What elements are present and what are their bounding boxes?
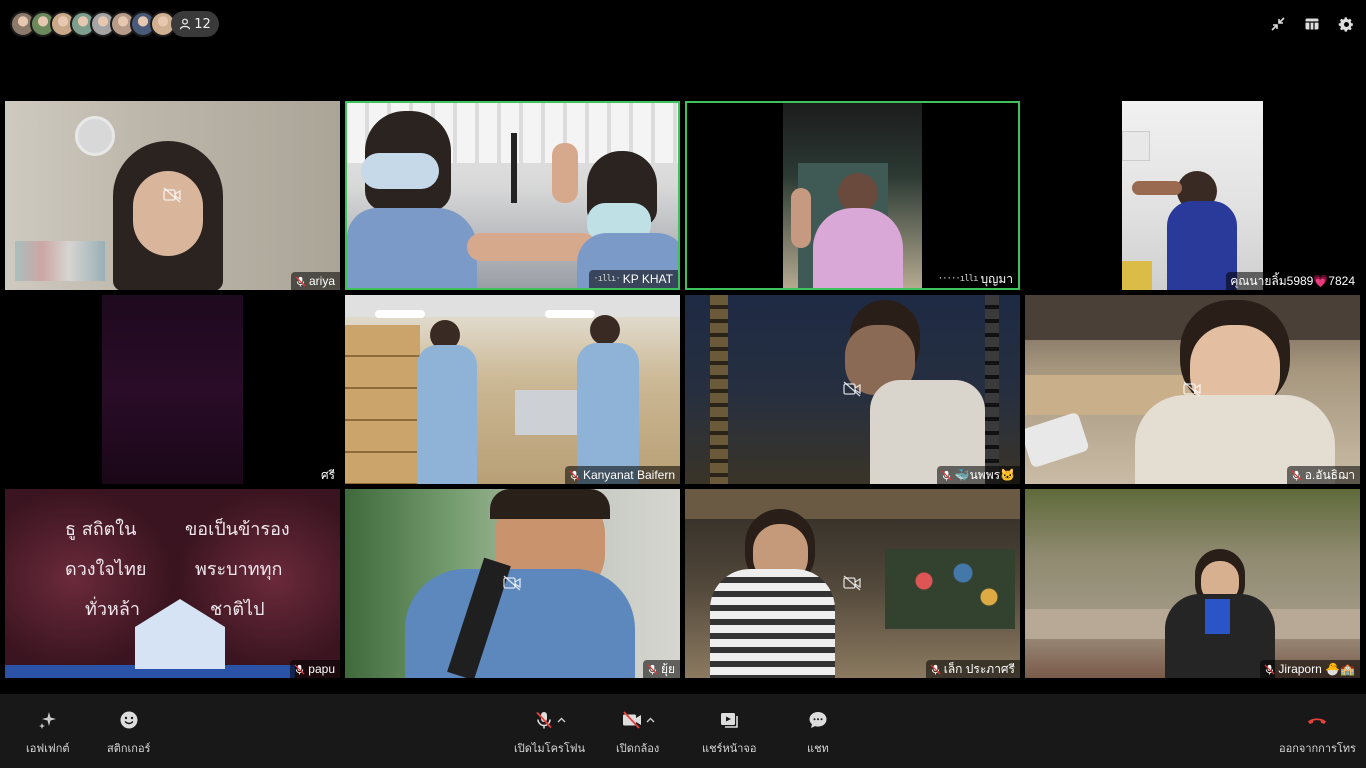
video-tile[interactable]: Jiraporn 🐣🏫 bbox=[1025, 489, 1360, 678]
participant-name: Kanyanat Baifern bbox=[582, 468, 675, 482]
camera-off-icon bbox=[843, 381, 861, 397]
effects-label: เอฟเฟกต์ bbox=[26, 743, 70, 755]
video-tile[interactable]: ariya bbox=[5, 101, 340, 290]
video-tile[interactable]: ธู สถิตใน ขอเป็นข้ารอง ดวงใจไทย พระบาททุ… bbox=[5, 489, 340, 678]
participant-count-button[interactable]: 12 bbox=[171, 11, 219, 37]
audio-wave-icon: ·····ıllı bbox=[937, 274, 979, 284]
video-tile[interactable]: อ.อันธิฌา bbox=[1025, 295, 1360, 484]
camera-off-icon bbox=[622, 711, 641, 729]
participant-count: 12 bbox=[194, 16, 211, 32]
camera-label: เปิดกล้อง bbox=[616, 743, 660, 755]
settings-gear-icon[interactable] bbox=[1336, 14, 1356, 34]
video-tile[interactable]: ศรี bbox=[5, 295, 340, 484]
card-line: ชาติไป bbox=[210, 599, 265, 620]
video-tile[interactable]: คุณนายลิ้ม5989💗7824 bbox=[1025, 101, 1360, 290]
sparkle-icon bbox=[38, 712, 56, 729]
camera-toggle-button[interactable]: เปิดกล้อง bbox=[616, 710, 659, 757]
participant-name: Jiraporn 🐣🏫 bbox=[1278, 662, 1355, 676]
participant-name: บุญมา bbox=[980, 271, 1014, 286]
participant-name: ศรี bbox=[320, 467, 335, 482]
audio-wave-icon: ·ıllı· bbox=[593, 274, 620, 284]
top-bar: 12 bbox=[0, 0, 1366, 48]
person-icon bbox=[180, 18, 191, 30]
participant-name-label: Jiraporn 🐣🏫 bbox=[1260, 660, 1360, 678]
participant-name-label: เล็ก ประภาศรี bbox=[925, 660, 1020, 678]
minimize-icon[interactable] bbox=[1268, 14, 1288, 34]
video-tile[interactable]: ยุ้ย bbox=[345, 489, 680, 678]
card-line: ทั่วหล้า bbox=[85, 599, 140, 620]
participant-name-label: ·ıllı· KP KHAT bbox=[589, 270, 678, 288]
participant-name-label: papu bbox=[290, 660, 340, 678]
share-screen-button[interactable]: แชร์หน้าจอ bbox=[702, 710, 756, 757]
video-feed bbox=[345, 295, 680, 484]
participant-name: KP KHAT bbox=[622, 272, 673, 286]
stickers-label: สติกเกอร์ bbox=[107, 743, 151, 755]
participant-name-label: Kanyanat Baifern bbox=[564, 466, 680, 484]
participant-avatars[interactable] bbox=[10, 11, 176, 37]
video-feed: ธู สถิตใน ขอเป็นข้ารอง ดวงใจไทย พระบาททุ… bbox=[5, 489, 340, 678]
camera-off-icon bbox=[843, 575, 861, 591]
mic-off-icon bbox=[647, 663, 658, 675]
microphone-label: เปิดไมโครโฟน bbox=[514, 743, 586, 755]
mic-off-icon bbox=[1264, 663, 1275, 675]
chat-label: แชท bbox=[807, 743, 829, 755]
chevron-up-icon[interactable] bbox=[646, 717, 655, 723]
participant-name: papu bbox=[308, 662, 335, 676]
participant-name-label: อ.อันธิฌา bbox=[1286, 466, 1360, 484]
participant-name: คุณนายลิ้ม5989💗7824 bbox=[1230, 273, 1355, 288]
share-screen-icon bbox=[721, 713, 739, 728]
microphone-toggle-button[interactable]: เปิดไมโครโฟน bbox=[514, 710, 585, 757]
stickers-button[interactable]: สติกเกอร์ bbox=[107, 710, 150, 757]
participant-name: 🐳นพพร🐱 bbox=[954, 467, 1015, 482]
mic-off-icon bbox=[295, 275, 306, 287]
participant-name-label: 🐳นพพร🐱 bbox=[936, 466, 1020, 484]
mic-muted-icon bbox=[535, 711, 552, 729]
video-tile[interactable]: เล็ก ประภาศรี bbox=[685, 489, 1020, 678]
leave-label: ออกจากการโทร bbox=[1279, 743, 1356, 755]
mic-off-icon bbox=[569, 469, 580, 481]
participant-name-label: คุณนายลิ้ม5989💗7824 bbox=[1226, 272, 1360, 290]
mic-off-icon bbox=[294, 663, 305, 675]
participant-name: ariya bbox=[308, 274, 335, 288]
video-tile[interactable]: 🐳นพพร🐱 bbox=[685, 295, 1020, 484]
video-feed bbox=[1122, 101, 1263, 290]
card-line: พระบาททุก bbox=[195, 559, 283, 580]
video-tile-speaking[interactable]: ·ıllı· KP KHAT bbox=[345, 101, 680, 290]
participant-name: เล็ก ประภาศรี bbox=[943, 661, 1015, 676]
card-line: ดวงใจไทย bbox=[65, 559, 147, 580]
mic-off-icon bbox=[1291, 469, 1302, 481]
card-line: ธู สถิตใน bbox=[65, 519, 137, 540]
camera-off-icon bbox=[503, 575, 521, 591]
participant-name-label: ·····ıllı บุญมา bbox=[933, 270, 1018, 288]
hang-up-phone-icon bbox=[1308, 718, 1327, 724]
chat-button[interactable]: แชท bbox=[807, 710, 829, 757]
participant-name: ยุ้ย bbox=[660, 661, 675, 676]
participant-name-label: ยุ้ย bbox=[642, 660, 680, 678]
video-tile[interactable]: Kanyanat Baifern bbox=[345, 295, 680, 484]
smiley-icon bbox=[120, 711, 138, 729]
share-label: แชร์หน้าจอ bbox=[702, 743, 757, 755]
camera-off-icon bbox=[163, 187, 181, 203]
participant-name-label: ศรี bbox=[316, 466, 340, 484]
video-feed bbox=[1025, 489, 1360, 678]
camera-off-icon bbox=[1183, 381, 1201, 397]
mic-off-icon bbox=[930, 663, 941, 675]
grid-layout-icon[interactable] bbox=[1302, 14, 1322, 34]
effects-button[interactable]: เอฟเฟกต์ bbox=[26, 710, 70, 757]
video-feed bbox=[347, 103, 678, 288]
leave-call-button[interactable]: ออกจากการโทร bbox=[1279, 710, 1356, 757]
video-feed bbox=[102, 295, 243, 484]
call-controls-bar: เอฟเฟกต์ สติกเกอร์ เปิดไมโครโฟน เปิดกล้อ… bbox=[0, 694, 1366, 768]
participant-name-label: ariya bbox=[290, 272, 340, 290]
video-feed bbox=[783, 103, 922, 288]
mic-off-icon bbox=[941, 469, 952, 481]
chevron-up-icon[interactable] bbox=[557, 717, 566, 723]
card-line: ขอเป็นข้ารอง bbox=[185, 519, 290, 540]
video-tile-speaking[interactable]: ·····ıllı บุญมา bbox=[685, 101, 1020, 290]
chat-bubble-icon bbox=[809, 712, 827, 728]
participant-name: อ.อันธิฌา bbox=[1304, 467, 1355, 482]
